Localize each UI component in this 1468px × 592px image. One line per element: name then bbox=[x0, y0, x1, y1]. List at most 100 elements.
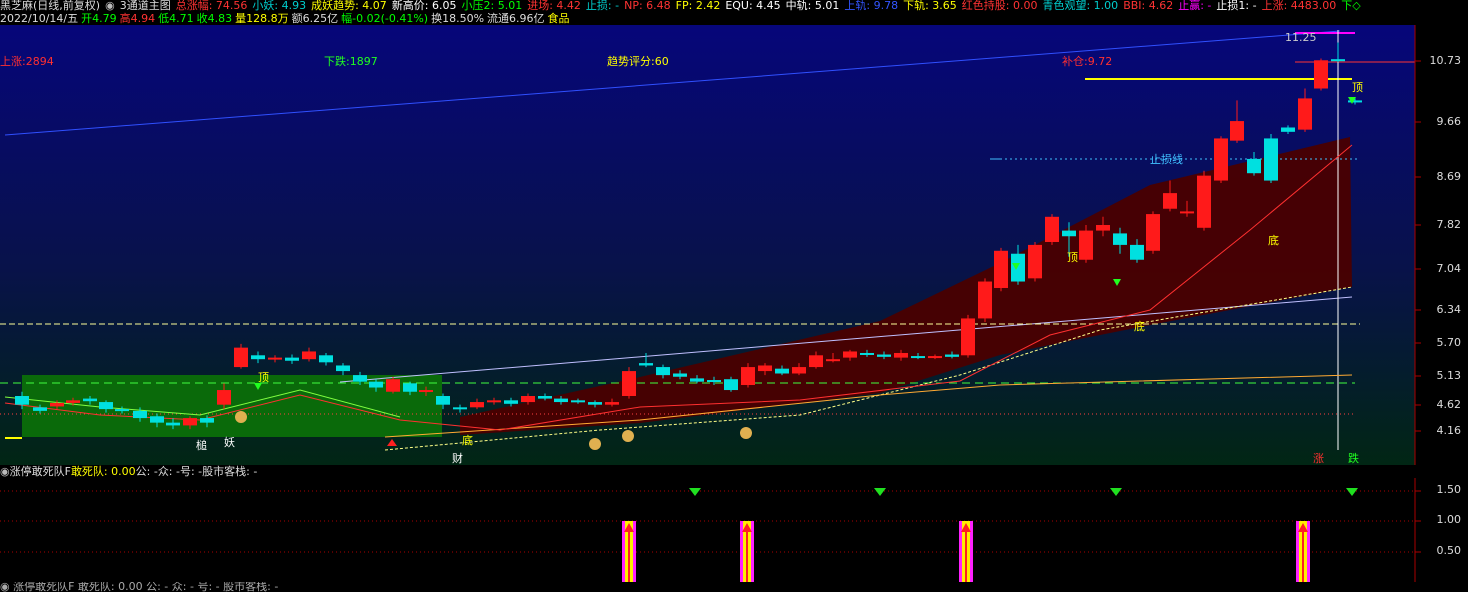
y-axis-label-3: 7.82 bbox=[1436, 218, 1462, 231]
sub-bar-edge-l-2 bbox=[959, 521, 962, 582]
candle-body-56 bbox=[961, 318, 975, 356]
candle-body-35 bbox=[605, 402, 619, 405]
candle-body-42 bbox=[724, 379, 738, 391]
header-item-5: 成妖趋势: 4.07 bbox=[311, 0, 387, 12]
top-value-label: 11.25 bbox=[1285, 31, 1317, 44]
header-item-4: 小妖: 4.93 bbox=[252, 0, 307, 12]
sub-bar-edge-l-3 bbox=[1296, 521, 1299, 582]
sub-header-item-5: 号: - bbox=[179, 465, 203, 478]
sub-axis-label-0: 1.50 bbox=[1436, 483, 1462, 496]
candle-body-2 bbox=[50, 402, 64, 407]
y-axis-label-4: 7.04 bbox=[1436, 262, 1462, 275]
cai-label: 财 bbox=[452, 452, 463, 465]
candle-body-67 bbox=[1146, 214, 1160, 251]
y-axis-label-5: 6.34 bbox=[1436, 303, 1462, 316]
candle-body-41 bbox=[707, 380, 721, 383]
candle-body-59 bbox=[1011, 253, 1025, 282]
candle-body-34 bbox=[588, 402, 602, 405]
sub-header-item-1: 涨停敢死队F bbox=[9, 465, 71, 478]
candle-body-50 bbox=[860, 352, 874, 355]
candle-body-0 bbox=[15, 396, 29, 405]
header-item-3: 总涨幅: 74.56 bbox=[175, 0, 248, 12]
candle-body-5 bbox=[99, 402, 113, 410]
sub-header-item-2: 敢死队: 0.00 bbox=[70, 465, 136, 478]
money-bag-icon-3 bbox=[740, 427, 752, 439]
candle-body-17 bbox=[302, 351, 316, 360]
money-bag-icon-1 bbox=[589, 438, 601, 450]
header-item-0: 黑芝麻(日线,前复权) bbox=[0, 0, 101, 12]
y-axis-label-6: 5.70 bbox=[1436, 336, 1462, 349]
header-item-13: 中轨: 5.01 bbox=[785, 0, 840, 12]
candle-body-38 bbox=[656, 367, 670, 376]
sub-header-item-0: ◉ bbox=[0, 465, 10, 478]
candle-body-48 bbox=[826, 359, 840, 362]
candle-body-52 bbox=[894, 352, 908, 358]
quote-item-3: 低4.71 bbox=[158, 12, 194, 25]
bottom-marker-label-2: 底 bbox=[1134, 320, 1145, 333]
quote-item-5: 量128.8万 bbox=[235, 12, 289, 25]
top-marker-label-3: 顶 bbox=[1352, 81, 1363, 94]
candle-body-6 bbox=[115, 409, 129, 412]
up-count-label: 上涨:2894 bbox=[0, 55, 54, 68]
candle-body-36 bbox=[622, 371, 636, 397]
bottom-marker-label: 底 bbox=[1268, 234, 1279, 247]
header-item-6: 新高价: 6.05 bbox=[391, 0, 457, 12]
candle-body-70 bbox=[1197, 175, 1211, 228]
header-item-10: NP: 6.48 bbox=[624, 0, 671, 12]
chui-label: 槌 bbox=[196, 439, 207, 452]
candle-body-51 bbox=[877, 354, 891, 357]
candle-body-29 bbox=[504, 400, 518, 404]
sub-bar-core-2 bbox=[965, 528, 967, 582]
sub-indicator-chart[interactable] bbox=[0, 478, 1468, 582]
candle-body-58 bbox=[994, 250, 1008, 288]
y-axis-label-9: 4.16 bbox=[1436, 424, 1462, 437]
y-axis-label-2: 8.69 bbox=[1436, 170, 1462, 183]
candle-body-68 bbox=[1163, 193, 1177, 209]
candle-body-20 bbox=[353, 375, 367, 382]
sub-bar-edge-r-0 bbox=[633, 521, 636, 582]
die-label: 跌 bbox=[1348, 452, 1359, 465]
candle-body-55 bbox=[945, 354, 959, 357]
sub-axis-label-1: 1.00 bbox=[1436, 513, 1462, 526]
header-item-14: 上轨: 9.78 bbox=[844, 0, 899, 12]
header-item-9: 止损: - bbox=[585, 0, 620, 12]
candle-body-4 bbox=[83, 398, 97, 402]
sub-axis-label-2: 0.50 bbox=[1436, 544, 1462, 557]
add-position-label: 补仓:9.72 bbox=[1062, 55, 1113, 68]
candle-body-47 bbox=[809, 355, 823, 368]
candle-body-74 bbox=[1264, 138, 1278, 181]
quote-item-4: 收4.83 bbox=[196, 12, 233, 25]
trend-score-label: 趋势评分:60 bbox=[607, 55, 669, 68]
sub-header-item-3: 公: - bbox=[135, 465, 158, 478]
candle-body-26 bbox=[453, 407, 467, 410]
header-item-22: 下◇ bbox=[1341, 0, 1361, 12]
candle-body-11 bbox=[200, 418, 214, 423]
candle-body-53 bbox=[911, 356, 925, 359]
candle-body-57 bbox=[978, 281, 992, 319]
candle-body-61 bbox=[1045, 216, 1059, 242]
candle-body-69 bbox=[1180, 211, 1194, 214]
sub-indicator-header: ◉涨停敢死队F敢死队: 0.00公: -众: -号: -股市客栈: - bbox=[0, 465, 257, 479]
candle-body-75 bbox=[1281, 127, 1295, 132]
down-count-label: 下跌:1897 bbox=[324, 55, 378, 68]
candle-body-3 bbox=[66, 400, 80, 403]
price-chart[interactable] bbox=[0, 25, 1468, 465]
candle-body-79 bbox=[1348, 100, 1362, 103]
candle-body-30 bbox=[521, 396, 535, 403]
candle-body-15 bbox=[268, 357, 282, 360]
header-item-12: EQU: 4.45 bbox=[725, 0, 781, 12]
money-bag-icon-2 bbox=[622, 430, 634, 442]
quote-item-9: 流通6.96亿 bbox=[487, 12, 545, 25]
candle-body-18 bbox=[319, 355, 333, 363]
header-item-8: 进场: 4.42 bbox=[527, 0, 581, 12]
header-item-20: 止损1: - bbox=[1216, 0, 1257, 12]
candle-body-1 bbox=[33, 407, 47, 411]
candle-body-46 bbox=[792, 367, 806, 374]
quote-header: 2022/10/14/五 开4.79 高4.94 低4.71 收4.83 量128.8万额… bbox=[0, 12, 1468, 25]
candle-body-24 bbox=[419, 390, 433, 393]
sub-bar-core-1 bbox=[746, 528, 748, 582]
candle-body-78 bbox=[1331, 59, 1345, 62]
quote-item-8: 换18.50% bbox=[431, 12, 485, 25]
sub-bar-core-3 bbox=[1302, 528, 1304, 582]
candle-body-37 bbox=[639, 363, 653, 366]
